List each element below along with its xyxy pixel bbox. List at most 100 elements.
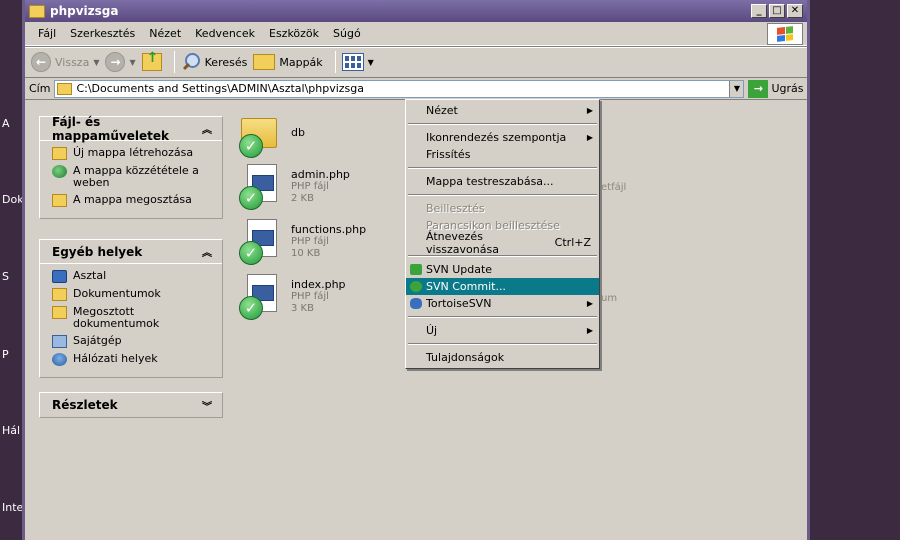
- submenu-arrow-icon: ▶: [586, 133, 593, 142]
- ctx-svn-commit[interactable]: SVN Commit...: [406, 278, 599, 295]
- ctx-properties[interactable]: Tulajdonságok: [406, 349, 599, 366]
- context-menu: Nézet ▶ Ikonrendezés szempontja ▶ Frissí…: [405, 99, 600, 369]
- back-button[interactable]: ← Vissza ▼: [31, 52, 99, 72]
- place-network[interactable]: Hálózati helyek: [52, 353, 214, 366]
- title-bar[interactable]: phpvizsga _ □ ✕: [25, 0, 807, 22]
- desktop-label: P: [2, 348, 9, 361]
- ctx-tortoisesvn[interactable]: TortoiseSVN ▶: [406, 295, 599, 312]
- folders-button[interactable]: Mappák: [253, 54, 323, 70]
- svn-commit-icon: [410, 281, 422, 292]
- up-button[interactable]: [141, 50, 162, 71]
- details-panel-header[interactable]: Részletek ︾: [40, 393, 222, 417]
- task-new-folder[interactable]: Új mappa létrehozása: [52, 147, 214, 160]
- minimize-button[interactable]: _: [751, 4, 767, 18]
- places-panel-header[interactable]: Egyéb helyek ︽: [40, 240, 222, 264]
- address-label: Cím: [29, 82, 51, 95]
- ctx-customize-folder[interactable]: Mappa testreszabása...: [406, 173, 599, 190]
- collapse-icon[interactable]: ︽: [202, 121, 212, 136]
- folders-label: Mappák: [279, 55, 323, 69]
- search-icon: [181, 52, 201, 72]
- toolbar: ← Vissza ▼ → ▼ Keresés Mappák ▼: [25, 46, 807, 78]
- share-folder-icon: [52, 194, 67, 207]
- folder-up-icon: [141, 50, 162, 71]
- maximize-button[interactable]: □: [769, 4, 785, 18]
- php-file-icon: ✓: [239, 164, 281, 210]
- file-size: 10 KB: [291, 248, 321, 259]
- submenu-arrow-icon: ▶: [586, 106, 593, 115]
- views-icon: [341, 53, 364, 71]
- ctx-svn-update[interactable]: SVN Update: [406, 261, 599, 278]
- menu-favorites[interactable]: Kedvencek: [188, 27, 262, 40]
- partially-hidden-text: etfájl: [601, 182, 627, 193]
- go-button[interactable]: → Ugrás: [748, 79, 803, 98]
- ctx-label: Ikonrendezés szempontja: [426, 131, 567, 144]
- search-label: Keresés: [204, 55, 248, 69]
- menu-file[interactable]: Fájl: [31, 27, 63, 40]
- go-arrow-icon: →: [748, 79, 769, 98]
- menu-edit[interactable]: Szerkesztés: [63, 27, 142, 40]
- file-type: PHP fájl: [291, 236, 329, 247]
- chevron-down-icon[interactable]: ▼: [129, 58, 135, 67]
- menu-separator: [408, 343, 597, 345]
- file-type: PHP fájl: [291, 291, 329, 302]
- tasks-panel-header[interactable]: Fájl- és mappaműveletek ︽: [40, 114, 222, 143]
- task-label: Új mappa létrehozása: [73, 146, 194, 159]
- collapse-icon[interactable]: ︽: [202, 244, 212, 259]
- file-item[interactable]: ✓ db: [239, 112, 305, 158]
- close-button[interactable]: ✕: [787, 4, 803, 18]
- chevron-down-icon[interactable]: ▼: [93, 58, 99, 67]
- menu-bar: Fájl Szerkesztés Nézet Kedvencek Eszközö…: [25, 22, 807, 46]
- ctx-label: Tulajdonságok: [426, 351, 505, 364]
- views-button[interactable]: ▼: [341, 53, 374, 71]
- place-my-computer[interactable]: Sajátgép: [52, 335, 214, 348]
- task-share-folder[interactable]: A mappa megosztása: [52, 194, 214, 207]
- file-item[interactable]: ✓ functions.php PHP fájl 10 KB: [239, 219, 366, 265]
- address-input[interactable]: C:\Documents and Settings\ADMIN\Asztal\p…: [54, 79, 745, 98]
- svn-ok-icon: ✓: [239, 296, 263, 320]
- chevron-down-icon[interactable]: ▼: [368, 58, 374, 67]
- menu-separator: [408, 316, 597, 318]
- file-type: PHP fájl: [291, 181, 329, 192]
- address-dropdown-button[interactable]: ▼: [729, 80, 744, 97]
- ctx-label: TortoiseSVN: [426, 297, 492, 310]
- tortoise-icon: [410, 298, 422, 309]
- partially-hidden-text: um: [601, 293, 618, 304]
- place-documents[interactable]: Dokumentumok: [52, 288, 214, 301]
- places-panel: Egyéb helyek ︽ Asztal Dokumentumok Megos…: [39, 239, 223, 378]
- address-path: C:\Documents and Settings\ADMIN\Asztal\p…: [76, 82, 365, 95]
- desktop-label: A: [2, 117, 10, 130]
- task-label: A mappa közzététele a weben: [73, 164, 199, 189]
- forward-button[interactable]: → ▼: [105, 52, 136, 72]
- desktop-label: Hál: [2, 424, 21, 437]
- menu-help[interactable]: Súgó: [326, 27, 368, 40]
- ctx-new[interactable]: Új ▶: [406, 322, 599, 339]
- documents-icon: [52, 288, 67, 301]
- menu-tools[interactable]: Eszközök: [262, 27, 326, 40]
- file-name: admin.php: [291, 168, 350, 181]
- globe-icon: [52, 165, 67, 178]
- address-bar: Cím C:\Documents and Settings\ADMIN\Aszt…: [25, 78, 807, 100]
- details-panel: Részletek ︾: [39, 392, 223, 418]
- file-item[interactable]: ✓ admin.php PHP fájl 2 KB: [239, 164, 350, 210]
- back-label: Vissza: [55, 55, 90, 69]
- file-item[interactable]: ✓ index.php PHP fájl 3 KB: [239, 274, 346, 320]
- windows-logo-icon: [767, 23, 803, 45]
- file-name: functions.php: [291, 223, 367, 236]
- file-size: 3 KB: [291, 303, 314, 314]
- task-publish-web[interactable]: A mappa közzététele a weben: [52, 165, 214, 189]
- ctx-arrange-icons[interactable]: Ikonrendezés szempontja ▶: [406, 129, 599, 146]
- computer-icon: [52, 335, 67, 348]
- ctx-refresh[interactable]: Frissítés: [406, 146, 599, 163]
- task-label: A mappa megosztása: [73, 193, 192, 206]
- expand-icon[interactable]: ︾: [202, 398, 212, 413]
- svn-ok-icon: ✓: [239, 134, 263, 158]
- ctx-undo-rename[interactable]: Átnevezés visszavonása Ctrl+Z: [406, 230, 599, 256]
- place-label: Asztal: [73, 269, 107, 282]
- search-button[interactable]: Keresés: [181, 52, 248, 72]
- tasks-panel-title: Fájl- és mappaműveletek: [52, 114, 169, 143]
- svn-update-icon: [410, 264, 422, 275]
- menu-view[interactable]: Nézet: [142, 27, 188, 40]
- place-desktop[interactable]: Asztal: [52, 270, 214, 283]
- ctx-view[interactable]: Nézet ▶: [406, 102, 599, 119]
- place-shared-documents[interactable]: Megosztott dokumentumok: [52, 306, 214, 330]
